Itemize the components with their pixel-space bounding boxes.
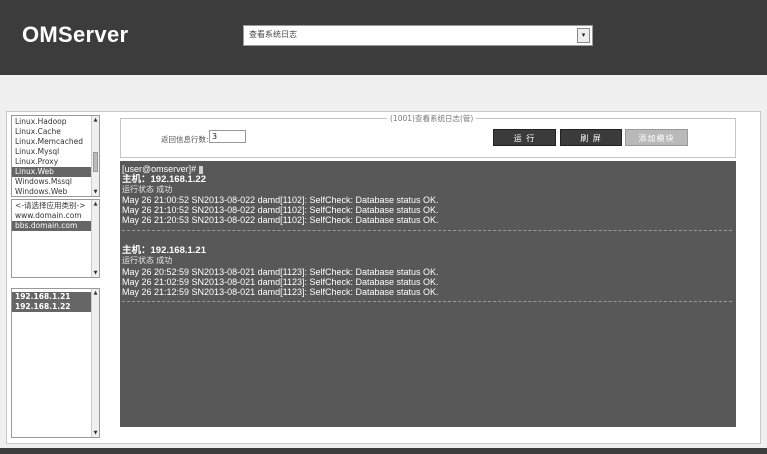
separator [122,230,732,231]
scroll-thumb[interactable] [93,152,98,172]
log-line: May 26 20:52:59 SN2013-08-021 damd[1123]… [122,267,439,277]
lines-input[interactable]: 3 [209,130,246,143]
list-item[interactable]: Windows.Web [12,187,99,196]
console-output[interactable]: [user@omserver]# 主机：192.168.1.22 运行状态 成功… [120,161,736,427]
list-item-selected[interactable]: 192.168.1.22 [12,302,99,312]
host-list[interactable]: 192.168.1.21 192.168.1.22 ▲ ▼ [11,288,100,438]
host-ip: 192.168.1.21 [150,245,206,256]
scroll-down-icon[interactable]: ▼ [92,269,99,277]
top-header: OMServer 查看系统日志 ▾ [0,0,767,75]
scroll-down-icon[interactable]: ▼ [92,429,99,437]
list-item-selected[interactable]: 192.168.1.21 [12,292,99,302]
cursor [199,165,204,174]
app-category-list[interactable]: Linux.Hadoop Linux.Cache Linux.Memcached… [11,115,100,197]
list-item[interactable]: www.domain.com [12,211,99,221]
host-line: 主机：192.168.1.22 [122,175,206,185]
host-label: 主机： [122,245,151,256]
task-select[interactable]: 查看系统日志 ▾ [243,25,593,46]
status-line: 运行状态 成功 [122,185,173,194]
log-line: May 26 21:00:52 SN2013-08-022 damd[1102]… [122,195,439,205]
chevron-down-icon[interactable]: ▾ [577,28,590,43]
list-item[interactable]: Linux.Proxy [12,157,99,167]
log-line: May 26 21:20:53 SN2013-08-022 damd[1102]… [122,215,439,225]
log-line: May 26 21:10:52 SN2013-08-022 damd[1102]… [122,205,439,215]
list-item[interactable]: Linux.Cache [12,127,99,137]
list-item-selected[interactable]: Linux.Web [12,167,99,177]
list-item[interactable]: Linux.Hadoop [12,117,99,127]
host-line: 主机：192.168.1.21 [122,246,206,256]
refresh-button[interactable]: 刷 屏 [560,129,622,146]
scroll-up-icon[interactable]: ▲ [92,200,99,208]
log-line: May 26 21:12:59 SN2013-08-021 damd[1123]… [122,287,439,297]
list-item[interactable]: Linux.Mysql [12,147,99,157]
task-select-value: 查看系统日志 [249,30,297,39]
module-panel: (1001)查看系统日志(管) 返回信息行数: 3 运 行 刷 屏 添加模块 [120,114,736,158]
prompt-text: [user@omserver]# [122,164,197,174]
add-module-button[interactable]: 添加模块 [625,129,688,146]
lines-label: 返回信息行数: [161,135,209,144]
separator [122,301,732,302]
bottom-bar [0,448,767,454]
scrollbar[interactable]: ▲ ▼ [91,116,99,196]
host-ip: 192.168.1.22 [150,174,206,185]
host-label: 主机： [122,174,151,185]
module-panel-legend: (1001)查看系统日志(管) [387,114,477,123]
scrollbar[interactable]: ▲ ▼ [91,289,99,437]
run-button[interactable]: 运 行 [493,129,556,146]
scrollbar[interactable]: ▲ ▼ [91,200,99,277]
list-item[interactable]: <-请选择应用类别-> [12,201,99,211]
status-line: 运行状态 成功 [122,256,173,265]
scroll-up-icon[interactable]: ▲ [92,116,99,124]
app-logo: OMServer [22,22,129,47]
scroll-down-icon[interactable]: ▼ [92,188,99,196]
domain-list[interactable]: <-请选择应用类别-> www.domain.com bbs.domain.co… [11,199,100,278]
list-item[interactable]: Linux.Memcached [12,137,99,147]
list-item[interactable]: Windows.Mssql [12,177,99,187]
log-line: May 26 21:02:59 SN2013-08-021 damd[1123]… [122,277,439,287]
scroll-up-icon[interactable]: ▲ [92,289,99,297]
list-item-selected[interactable]: bbs.domain.com [12,221,99,231]
console-prompt: [user@omserver]# [122,164,204,174]
